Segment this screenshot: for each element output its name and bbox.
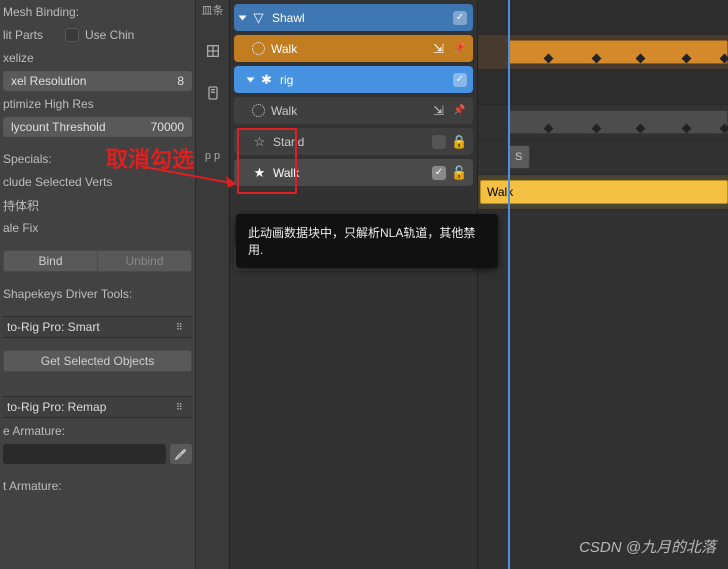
checkbox-stand[interactable] bbox=[432, 135, 446, 149]
disclosure-icon[interactable] bbox=[247, 77, 255, 82]
label-e-armature: e Armature: bbox=[3, 424, 65, 438]
get-selected-button[interactable]: Get Selected Objects bbox=[3, 350, 192, 372]
lock-icon[interactable]: 🔓 bbox=[452, 165, 467, 180]
lock-icon[interactable]: 🔒 bbox=[452, 134, 467, 149]
checkbox-shawl[interactable] bbox=[453, 11, 467, 25]
label-shapekeys: Shapekeys Driver Tools: bbox=[3, 287, 132, 301]
properties-panel: Mesh Binding: lit Parts Use Chin xelize … bbox=[0, 0, 196, 569]
checkbox-use-chin[interactable] bbox=[65, 28, 79, 42]
label-specials: Specials: bbox=[3, 152, 52, 166]
field-xel-resolution[interactable]: xel Resolution 8 bbox=[3, 71, 192, 91]
annotation-arrow bbox=[136, 158, 254, 198]
nla-timeline[interactable]: S Walk bbox=[478, 0, 728, 569]
header-remap[interactable]: to-Rig Pro: Remap bbox=[3, 396, 192, 418]
eyedropper-icon[interactable] bbox=[170, 444, 192, 464]
clip-walk-rig[interactable] bbox=[508, 110, 728, 134]
playhead[interactable] bbox=[508, 0, 510, 569]
nla-tree: ▽ Shawl Walk ⇲ ✱ rig Walk ⇲ ☆ Stand 🔒 bbox=[230, 0, 478, 569]
label-lit-parts: lit Parts bbox=[3, 28, 59, 42]
disclosure-icon[interactable] bbox=[239, 15, 247, 20]
drag-icon[interactable] bbox=[176, 322, 192, 333]
pin-icon[interactable] bbox=[452, 41, 467, 56]
label-exclude-verts: clude Selected Verts bbox=[3, 175, 112, 189]
label-t-armature: t Armature: bbox=[3, 479, 62, 493]
settings-icon[interactable] bbox=[205, 85, 221, 101]
label-optimize: ptimize High Res bbox=[3, 97, 94, 111]
label-mesh-binding: Mesh Binding: bbox=[3, 5, 79, 19]
label-use-chin: Use Chin bbox=[85, 28, 134, 42]
label-keep-volume: 持体积 bbox=[3, 197, 39, 214]
action-icon bbox=[252, 104, 265, 117]
track-rig[interactable]: ✱ rig bbox=[234, 66, 473, 93]
vertical-toolbar: 皿条 p p bbox=[196, 0, 230, 569]
pushdown-icon[interactable]: ⇲ bbox=[431, 41, 446, 56]
clip-stand[interactable]: S bbox=[508, 145, 530, 169]
object-icon: ▽ bbox=[251, 10, 266, 25]
checkbox-rig[interactable] bbox=[453, 73, 467, 87]
track-shawl[interactable]: ▽ Shawl bbox=[234, 4, 473, 31]
checkbox-walk3[interactable] bbox=[432, 166, 446, 180]
field-polycount[interactable]: lycount Threshold 70000 bbox=[3, 117, 192, 137]
header-smart[interactable]: to-Rig Pro: Smart bbox=[3, 316, 192, 338]
e-armature-field[interactable] bbox=[3, 444, 166, 464]
armature-icon: ✱ bbox=[259, 72, 274, 87]
action-icon bbox=[252, 42, 265, 55]
unbind-button[interactable]: Unbind bbox=[97, 250, 192, 272]
track-walk-2[interactable]: Walk ⇲ bbox=[234, 97, 473, 124]
pin-icon[interactable] bbox=[452, 103, 467, 118]
label-xelize: xelize bbox=[3, 51, 34, 65]
bind-button[interactable]: Bind bbox=[3, 250, 97, 272]
strip-label-1[interactable]: 皿条 bbox=[202, 6, 224, 17]
track-walk-1[interactable]: Walk ⇲ bbox=[234, 35, 473, 62]
watermark: CSDN @九月的北落 bbox=[579, 536, 716, 557]
clip-walk-active[interactable]: Walk bbox=[480, 180, 728, 204]
tooltip: 此动画数据块中，只解析NLA轨道，其他禁用. bbox=[236, 214, 498, 268]
transform-icon[interactable] bbox=[205, 43, 221, 59]
clip-walk-shawl[interactable] bbox=[508, 40, 728, 64]
pushdown-icon[interactable]: ⇲ bbox=[431, 103, 446, 118]
label-scale-fix: ale Fix bbox=[3, 221, 38, 235]
drag-icon[interactable] bbox=[176, 402, 192, 413]
